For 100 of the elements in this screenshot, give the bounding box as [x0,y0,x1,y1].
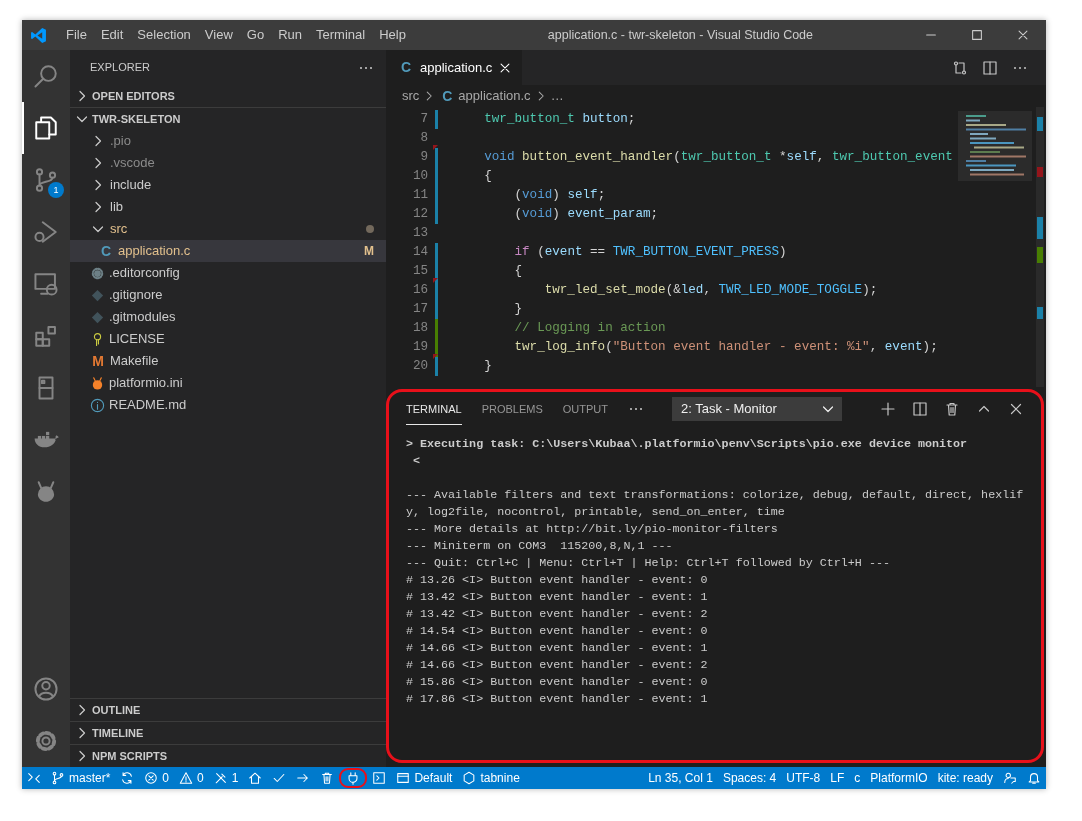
check-icon [272,771,287,785]
status-item[interactable]: c [849,767,866,789]
line-number: 9 [419,149,428,167]
maximize-icon[interactable] [970,28,984,42]
status-item[interactable] [339,768,368,788]
settings-icon[interactable] [33,728,59,754]
panel-tab[interactable]: OUTPUT [562,393,608,425]
terminal-line: --- Quit: Ctrl+C | Menu: Ctrl+T | Help: Ctrl+T followed by Ctrl+H --- [406,555,891,572]
status-item[interactable]: Default [391,767,458,789]
menu-item[interactable]: Selection [130,20,198,50]
tree-item[interactable]: C application.c M [70,240,386,262]
tree-item[interactable]: .gitignore [70,284,386,306]
section-header[interactable]: TIMELINE [70,722,386,744]
breadcrumb-item[interactable]: application.c [458,86,531,106]
section-header[interactable]: OPEN EDITORS [70,85,386,107]
feedback-icon[interactable] [1003,771,1017,785]
tree-item[interactable]: src [70,218,386,240]
line-number: 10 [411,168,428,186]
code-line: { [483,168,492,186]
menu-item[interactable]: Terminal [309,20,373,50]
tree-item[interactable]: include [70,174,386,196]
status-item[interactable]: tabnine [457,767,525,789]
line-number: 14 [411,244,428,262]
diamond-icon [90,287,105,303]
file-icon: C [98,240,114,262]
count-badge: 1 [48,182,64,198]
info-icon [90,397,105,413]
code-line: (void) self; [513,187,606,205]
compare-icon[interactable] [952,59,968,76]
window-title: application.c - twr-skeleton - Visual Studio Code [546,26,815,44]
account-icon[interactable] [33,676,59,702]
close-icon[interactable] [1016,28,1030,42]
panel-tab[interactable]: PROBLEMS [481,393,543,425]
status-item[interactable]: Ln 35, Col 1 [643,767,718,789]
tree-item[interactable]: .editorconfig [70,262,386,284]
menu-item[interactable]: View [197,20,240,50]
breadcrumb-item[interactable]: src [402,86,420,106]
menu-item[interactable]: File [59,20,94,50]
tree-item[interactable]: .vscode [70,152,386,174]
terminal-line: # 14.66 <I> Button event handler - event: 1 [406,640,709,657]
section-header[interactable]: OUTLINE [70,699,386,721]
logo-icon [30,26,47,44]
line-number: 11 [411,187,428,205]
status-item[interactable]: 0 [139,767,175,789]
editor-tab[interactable]: C application.c [386,50,523,85]
status-item[interactable]: UTF-8 [781,767,826,789]
bell-icon[interactable] [1027,771,1041,785]
section-header[interactable]: NPM SCRIPTS [70,745,386,767]
panel-tab[interactable]: TERMINAL [406,393,462,425]
terminal-line: # 14.66 <I> Button event handler - event: 2 [406,657,709,674]
menu-item[interactable]: Run [271,20,309,50]
breadcrumb-item[interactable]: … [550,86,564,106]
status-item[interactable]: 0 [174,767,209,789]
terminal-line: y, log2file, nocontrol, printable, send_on_enter, time [406,504,786,521]
minimap[interactable] [958,107,1046,387]
code-line: twr_led_set_mode(&led, TWR_LED_MODE_TOGGLE); [543,282,878,300]
menu-item[interactable]: Help [372,20,413,50]
activity-bar-button[interactable]: 1 [22,154,70,206]
tree-item[interactable]: M Makefile [70,350,386,372]
trash-icon[interactable] [944,401,960,417]
tools-icon [213,771,228,785]
line-number: 16 [411,282,428,300]
tree-item[interactable]: LICENSE [70,328,386,350]
tree-item[interactable]: .pio [70,130,386,152]
plug-icon [346,771,361,785]
terminal-line: --- More details at http://bit.ly/pio-monitor-filters [406,521,779,538]
tree-item[interactable]: platformio.ini [70,372,386,394]
hexagon-icon [462,771,477,785]
split-editor-icon[interactable] [982,59,998,76]
line-number: 13 [411,225,428,243]
git-status-letter: M [364,243,374,260]
menu-item[interactable]: Edit [93,20,131,50]
tree-item[interactable]: .gitmodules [70,306,386,328]
menu-item[interactable]: Go [239,20,272,50]
sidebar-title: EXPLORER [90,60,150,76]
line-number: 8 [419,130,428,148]
source-control-icon [33,167,59,193]
status-item[interactable]: PlatformIO [865,767,933,789]
new-terminal-icon[interactable] [880,401,896,417]
home-icon [248,771,263,785]
window-icon [396,771,411,785]
file-icon: C [439,85,456,107]
tree-item[interactable]: README.md [70,394,386,416]
close-icon[interactable] [1008,401,1024,417]
line-number: 18 [411,320,428,338]
diamond-icon [90,309,105,325]
status-item[interactable]: 1 [208,767,244,789]
status-item[interactable]: Spaces: 4 [717,767,782,789]
status-item[interactable]: LF [825,767,850,789]
code-line: if (event == TWR_BUTTON_EVENT_PRESS) [513,244,787,262]
code-line: { [513,263,523,281]
status-item[interactable]: kite: ready [932,767,998,789]
tree-item[interactable]: lib [70,196,386,218]
code-line: } [513,301,523,319]
section-header[interactable]: TWR-SKELETON [70,108,386,130]
terminal-dropdown[interactable]: 2: Task - Monitor [672,397,842,421]
split-editor-icon[interactable] [912,401,928,417]
terminal-icon [372,771,387,785]
warning-icon [179,771,194,785]
status-item[interactable]: master* [46,767,116,789]
